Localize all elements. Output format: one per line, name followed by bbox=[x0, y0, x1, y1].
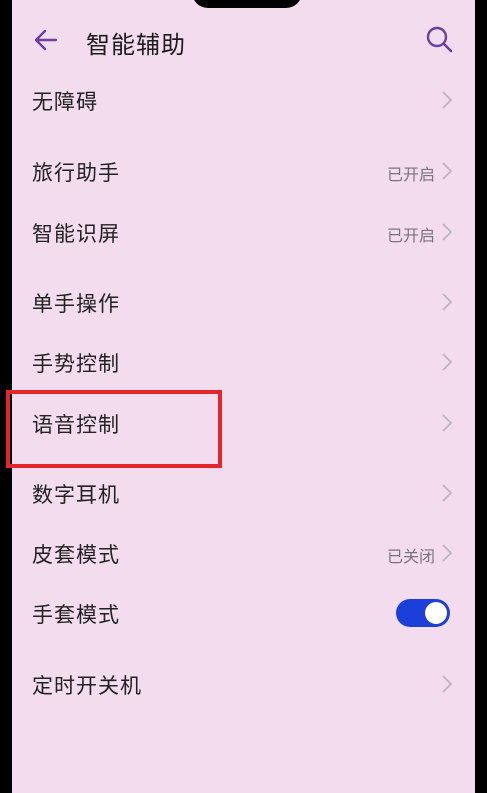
chevron-right-icon bbox=[442, 484, 453, 502]
chevron-right-icon bbox=[442, 675, 453, 693]
setting-item-scheduled-power[interactable]: 定时开关机 bbox=[12, 656, 475, 712]
chevron-right-icon bbox=[442, 223, 453, 241]
setting-item-digital-headset[interactable]: 数字耳机 bbox=[12, 465, 475, 521]
chevron-right-icon bbox=[442, 544, 453, 562]
page-title: 智能辅助 bbox=[86, 31, 186, 59]
setting-item-gesture-control[interactable]: 手势控制 bbox=[12, 334, 475, 390]
highlight-box bbox=[6, 390, 222, 468]
setting-item-smart-screen-recognition[interactable]: 智能识屏 已开启 bbox=[12, 204, 475, 260]
setting-item-glove-mode: 手套模式 bbox=[12, 585, 475, 641]
setting-item-travel-assistant[interactable]: 旅行助手 已开启 bbox=[12, 143, 475, 199]
chevron-right-icon bbox=[442, 162, 453, 180]
setting-item-label: 皮套模式 bbox=[32, 543, 120, 567]
status-text: 已关闭 bbox=[386, 547, 435, 566]
setting-item-label: 无障碍 bbox=[32, 90, 98, 114]
setting-item-one-handed-mode[interactable]: 单手操作 bbox=[12, 274, 475, 330]
setting-item-cover-mode[interactable]: 皮套模式 已关闭 bbox=[12, 525, 475, 581]
setting-item-label: 智能识屏 bbox=[32, 222, 120, 246]
chevron-right-icon bbox=[442, 353, 453, 371]
status-text: 已开启 bbox=[386, 165, 435, 184]
setting-item-label: 数字耳机 bbox=[32, 483, 120, 507]
glove-mode-toggle[interactable] bbox=[396, 599, 450, 627]
setting-item-label: 手套模式 bbox=[32, 603, 120, 627]
camera-notch bbox=[192, 0, 302, 8]
chevron-right-icon bbox=[442, 91, 453, 109]
setting-item-label: 定时开关机 bbox=[32, 674, 142, 698]
status-text: 已开启 bbox=[386, 226, 435, 245]
setting-item-label: 手势控制 bbox=[32, 352, 120, 376]
toggle-knob bbox=[425, 602, 447, 624]
arrow-left-icon[interactable] bbox=[32, 26, 60, 54]
search-icon[interactable] bbox=[424, 24, 454, 54]
setting-item-label: 旅行助手 bbox=[32, 161, 120, 185]
header-bar: 智能辅助 bbox=[12, 14, 475, 66]
chevron-right-icon bbox=[442, 414, 453, 432]
chevron-right-icon bbox=[442, 293, 453, 311]
setting-item-label: 单手操作 bbox=[32, 292, 120, 316]
setting-item-accessibility[interactable]: 无障碍 bbox=[12, 72, 475, 128]
